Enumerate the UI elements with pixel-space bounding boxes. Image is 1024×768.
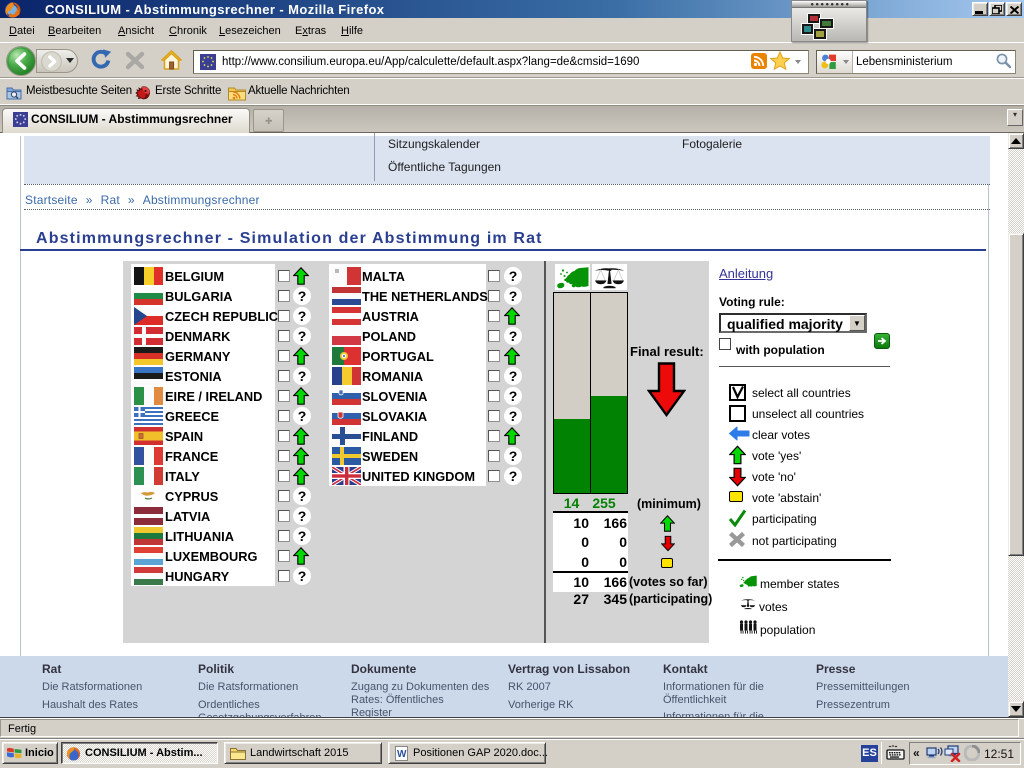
svg-text:W: W [397,749,407,760]
